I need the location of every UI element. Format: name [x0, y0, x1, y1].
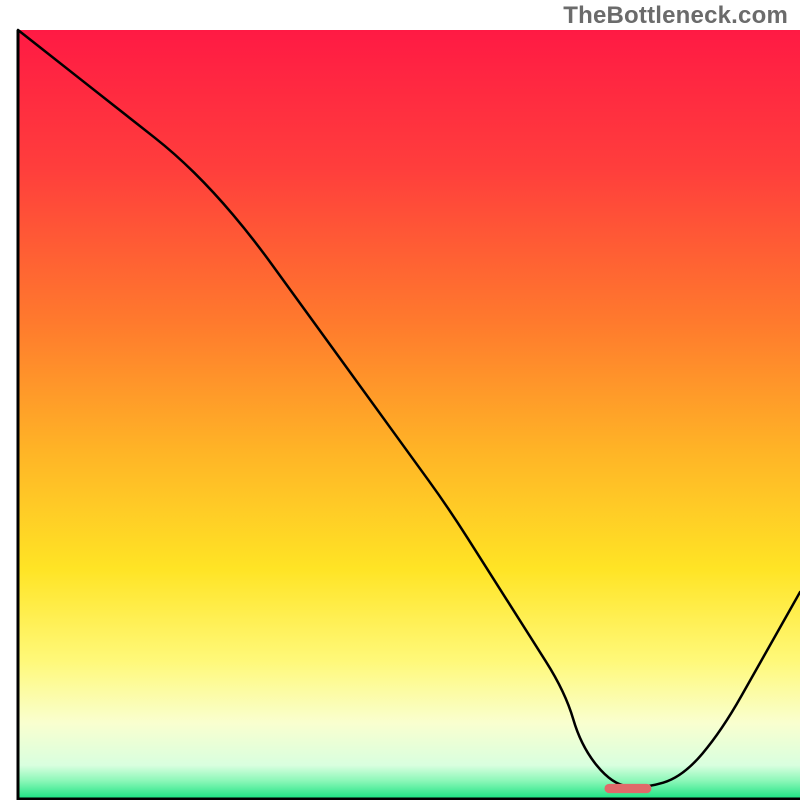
chart-frame: TheBottleneck.com: [0, 0, 800, 800]
optimal-marker: [605, 784, 652, 793]
watermark-text: TheBottleneck.com: [563, 2, 788, 30]
bottleneck-chart: [0, 0, 800, 800]
gradient-background: [18, 30, 800, 800]
